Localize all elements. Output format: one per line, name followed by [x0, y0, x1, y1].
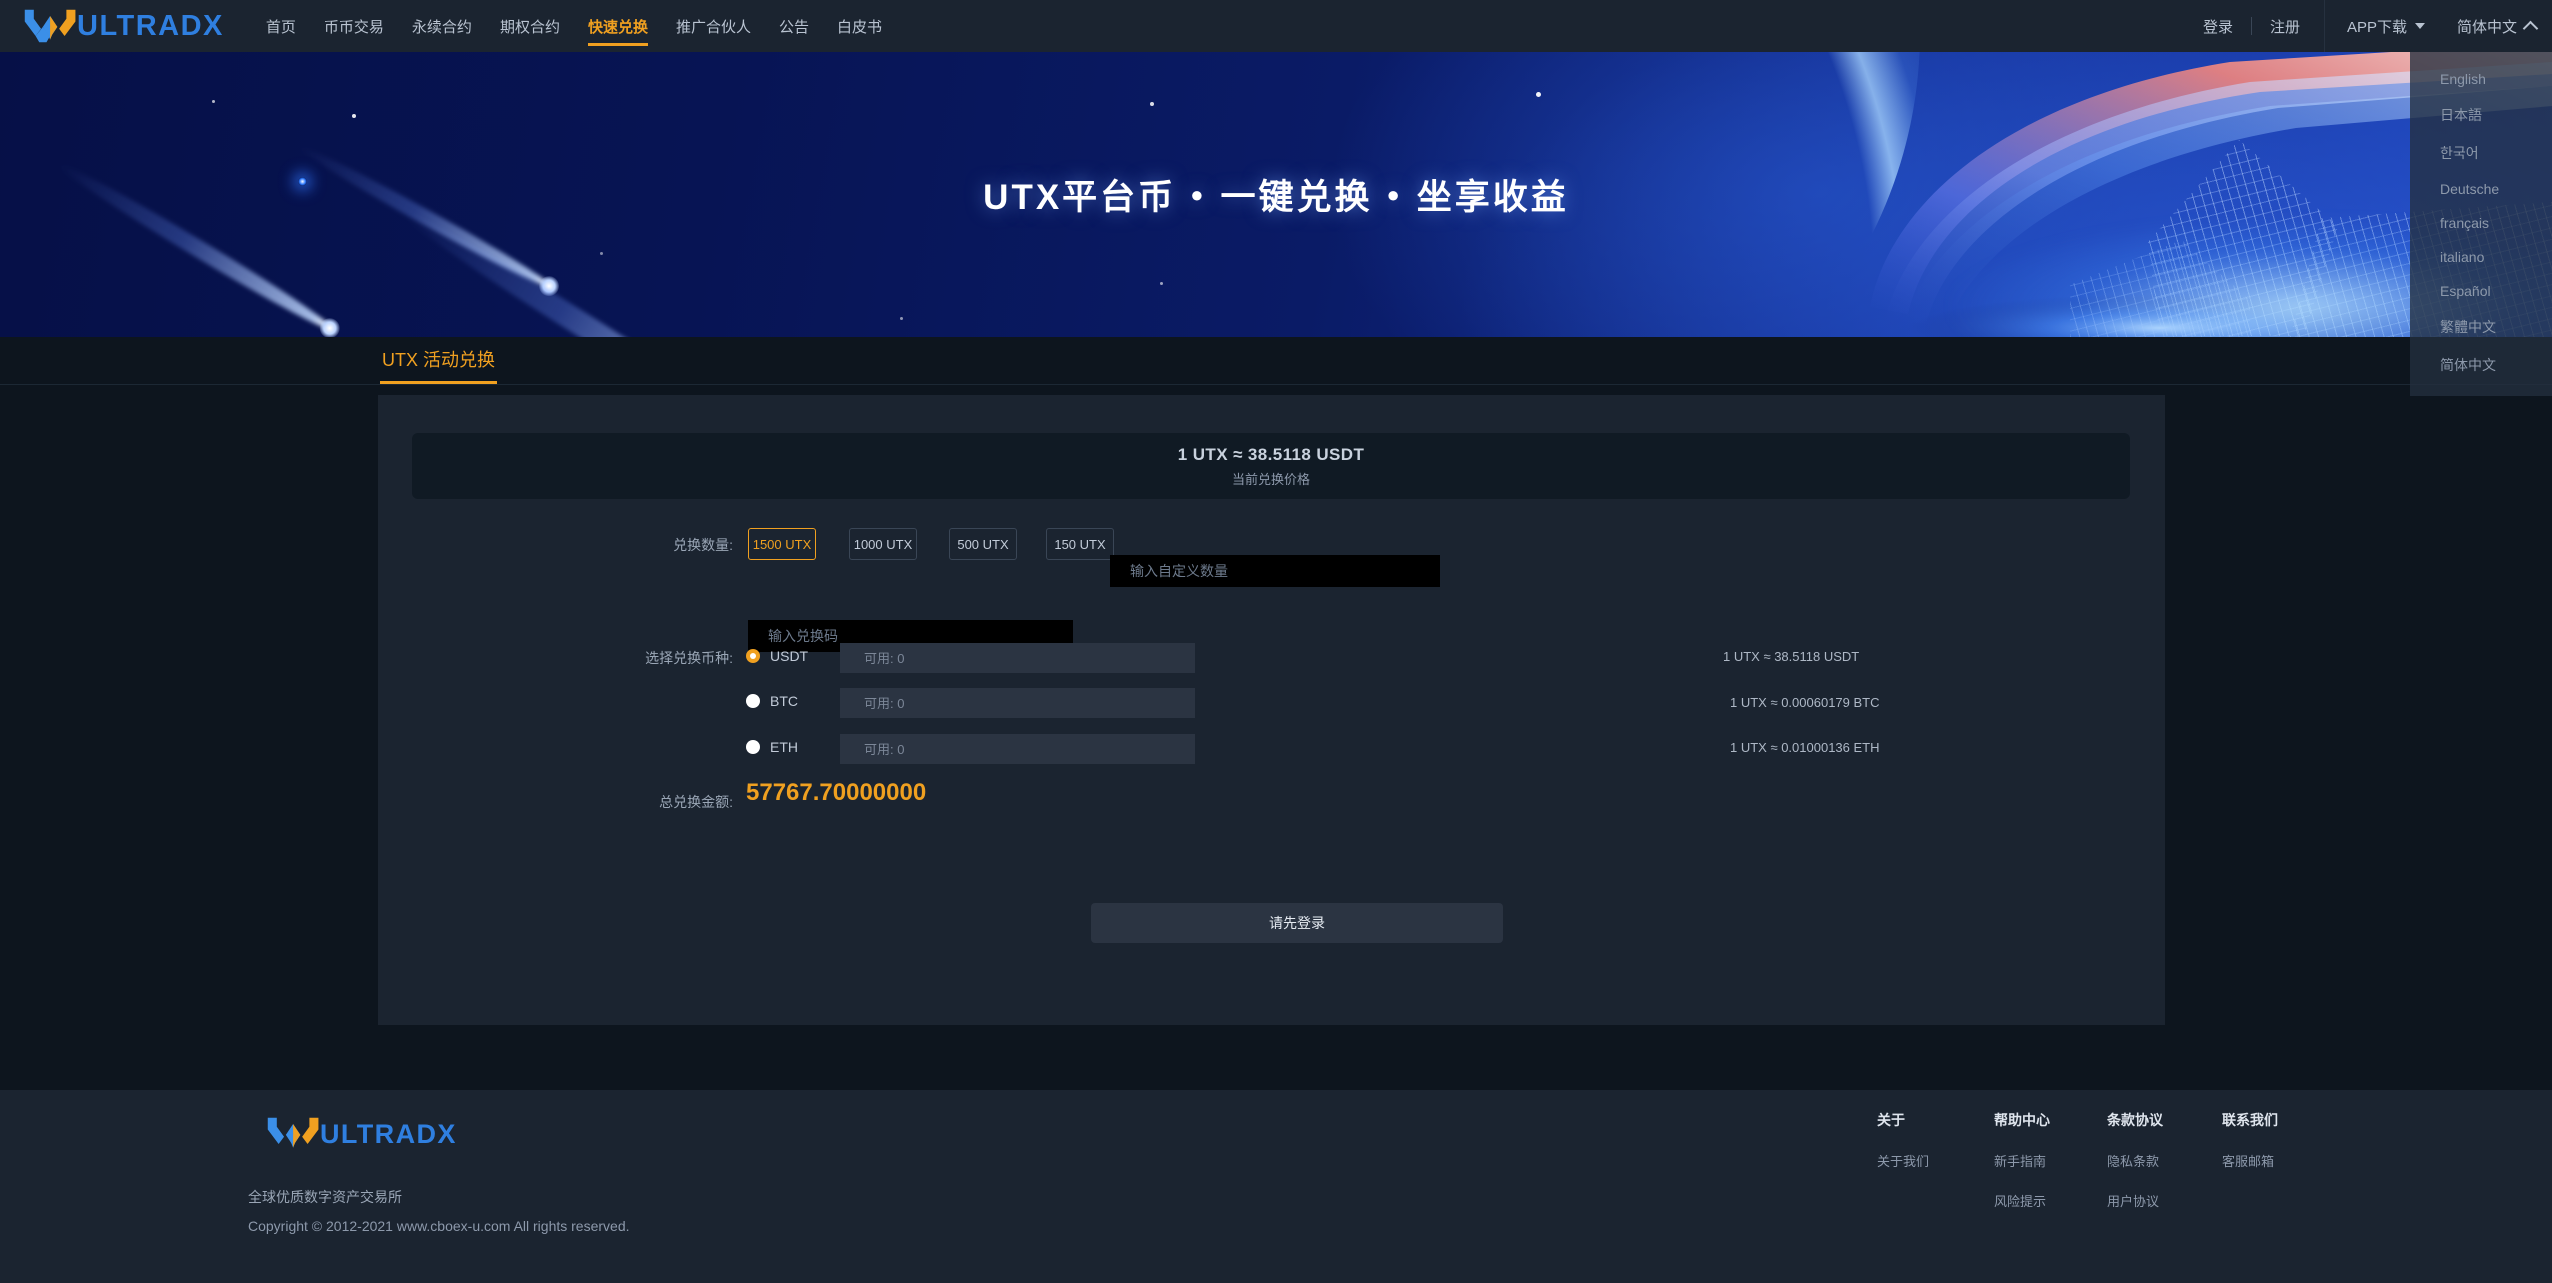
footer-link-about-us[interactable]: 关于我们	[1877, 1151, 1929, 1170]
main-nav: 首页 币币交易 永续合约 期权合约 快速兑换 推广合伙人 公告 白皮书	[252, 0, 896, 52]
footer-tagline: 全球优质数字资产交易所	[248, 1189, 402, 1205]
language-dropdown[interactable]: 简体中文 English 日本語 한국어 Deutsche français i…	[2410, 0, 2552, 396]
currency-row-usdt[interactable]: USDT	[746, 648, 816, 664]
tab-utx-activity-swap[interactable]: UTX 活动兑换	[380, 337, 498, 384]
total-amount-value: 57767.70000000	[746, 779, 927, 806]
language-option-korean[interactable]: 한국어	[2410, 134, 2552, 172]
amount-input-usdt[interactable]	[840, 643, 1195, 673]
amount-option-150[interactable]: 150 UTX	[1046, 528, 1114, 560]
nav-item-home[interactable]: 首页	[252, 0, 310, 52]
language-dropdown-trigger[interactable]: 简体中文	[2441, 16, 2552, 37]
footer-link-user-agreement[interactable]: 用户协议	[2107, 1191, 2163, 1210]
currency-select-label: 选择兑换币种:	[645, 650, 733, 666]
currency-label-eth: ETH	[770, 739, 798, 755]
hero-title: UTX平台币 ● 一键兑换 ● 坐享收益	[0, 52, 2552, 337]
radio-eth-icon[interactable]	[746, 740, 760, 754]
main-content: UTX 活动兑换 1 UTX ≈ 38.5118 USDT 当前兑换价格 兑换数…	[0, 337, 2552, 1025]
radio-usdt-icon[interactable]	[746, 649, 760, 663]
rate-note-eth: 1 UTX ≈ 0.01000136 ETH	[1730, 740, 1880, 755]
footer-column-title: 联系我们	[2222, 1112, 2278, 1128]
footer-column-title: 关于	[1877, 1112, 1905, 1128]
language-label: 简体中文	[2456, 18, 2517, 36]
header-actions: 登录 注册 APP下载 简体中文 English 日本語 한국어 Deutsch…	[2185, 0, 2552, 396]
rate-note-usdt: 1 UTX ≈ 38.5118 USDT	[1723, 649, 1860, 664]
hero-bullet-icon: ●	[1190, 181, 1207, 207]
amount-input-eth[interactable]	[840, 734, 1195, 764]
amount-input-btc[interactable]	[840, 688, 1195, 718]
login-link[interactable]: 登录	[2185, 16, 2251, 37]
amount-option-500[interactable]: 500 UTX	[949, 528, 1017, 560]
hero-title-part2: 一键兑换	[1220, 178, 1373, 217]
submit-login-button[interactable]: 请先登录	[1091, 903, 1503, 943]
language-option-spanish[interactable]: Español	[2410, 274, 2552, 308]
footer-logo[interactable]: ULTRADX	[265, 1115, 457, 1153]
language-option-italian[interactable]: italiano	[2410, 240, 2552, 274]
custom-amount-input[interactable]	[1110, 555, 1440, 587]
ultradx-logo-icon	[24, 9, 76, 43]
radio-btc-icon[interactable]	[746, 694, 760, 708]
rate-note-btc: 1 UTX ≈ 0.00060179 BTC	[1730, 695, 1880, 710]
ultradx-logo-icon	[267, 1117, 319, 1148]
footer-column-title: 帮助中心	[1994, 1112, 2050, 1128]
footer-column-contact: 联系我们 客服邮箱	[2222, 1110, 2278, 1170]
language-menu: English 日本語 한국어 Deutsche français italia…	[2410, 52, 2552, 396]
amount-option-1000[interactable]: 1000 UTX	[849, 528, 917, 560]
currency-label-btc: BTC	[770, 693, 798, 709]
current-rate-subtitle: 当前兑换价格	[1231, 471, 1310, 487]
currency-row-eth[interactable]: ETH	[746, 739, 816, 755]
chevron-down-icon	[2414, 23, 2425, 29]
footer-logo-wordmark: ULTRADX	[320, 1118, 457, 1149]
chevron-up-icon	[2522, 20, 2539, 36]
nav-item-spot[interactable]: 币币交易	[310, 0, 398, 52]
nav-item-partner[interactable]: 推广合伙人	[662, 0, 765, 52]
language-option-german[interactable]: Deutsche	[2410, 172, 2552, 206]
hero-bullet-icon: ●	[1386, 181, 1403, 207]
footer-column-terms: 条款协议 隐私条款 用户协议	[2107, 1110, 2163, 1210]
current-rate-headline: 1 UTX ≈ 38.5118 USDT	[1177, 444, 1365, 464]
tab-bar: UTX 活动兑换	[0, 337, 2552, 385]
footer-column-title: 条款协议	[2107, 1112, 2163, 1128]
footer-copyright: Copyright © 2012-2021 www.cboex-u.com Al…	[248, 1218, 630, 1234]
hero-title-part1: UTX平台币	[983, 178, 1177, 217]
language-option-trad-chinese[interactable]: 繁體中文	[2410, 308, 2552, 346]
language-option-french[interactable]: français	[2410, 206, 2552, 240]
footer-column-help: 帮助中心 新手指南 风险提示	[1994, 1110, 2050, 1210]
hero-title-part3: 坐享收益	[1416, 178, 1569, 217]
swap-card: 1 UTX ≈ 38.5118 USDT 当前兑换价格 兑换数量: 1500 U…	[378, 395, 2165, 1025]
header-vertical-separator	[2323, 0, 2325, 52]
page-footer: ULTRADX 全球优质数字资产交易所 Copyright © 2012-202…	[0, 1090, 2552, 1283]
language-option-english[interactable]: English	[2410, 62, 2552, 96]
nav-item-notice[interactable]: 公告	[765, 0, 823, 52]
logo[interactable]: ULTRADX	[22, 7, 224, 45]
total-amount-label: 总兑换金额:	[659, 794, 733, 810]
nav-item-options[interactable]: 期权合约	[486, 0, 574, 52]
swap-amount-label: 兑换数量:	[673, 537, 733, 553]
logo-wordmark: ULTRADX	[77, 9, 224, 42]
current-rate-box: 1 UTX ≈ 38.5118 USDT 当前兑换价格	[412, 433, 2130, 499]
register-link[interactable]: 注册	[2252, 16, 2318, 37]
nav-item-perpetual[interactable]: 永续合约	[398, 0, 486, 52]
footer-link-risk-warning[interactable]: 风险提示	[1994, 1191, 2050, 1210]
top-header: ULTRADX 首页 币币交易 永续合约 期权合约 快速兑换 推广合伙人 公告 …	[0, 0, 2552, 396]
nav-item-quick-swap[interactable]: 快速兑换	[574, 0, 662, 52]
language-option-japanese[interactable]: 日本語	[2410, 96, 2552, 134]
nav-item-whitepaper[interactable]: 白皮书	[823, 0, 896, 52]
app-download-label: APP下载	[2346, 18, 2407, 36]
language-option-simp-chinese[interactable]: 简体中文	[2410, 346, 2552, 384]
footer-column-about: 关于 关于我们	[1877, 1110, 1929, 1170]
footer-link-support-email[interactable]: 客服邮箱	[2222, 1151, 2278, 1170]
footer-link-privacy-terms[interactable]: 隐私条款	[2107, 1151, 2163, 1170]
hero-banner: UTX平台币 ● 一键兑换 ● 坐享收益	[0, 52, 2552, 337]
app-download-dropdown[interactable]: APP下载	[2331, 16, 2441, 37]
currency-label-usdt: USDT	[770, 648, 809, 664]
currency-row-btc[interactable]: BTC	[746, 693, 816, 709]
footer-link-beginner-guide[interactable]: 新手指南	[1994, 1151, 2050, 1170]
amount-option-1500[interactable]: 1500 UTX	[748, 528, 816, 560]
